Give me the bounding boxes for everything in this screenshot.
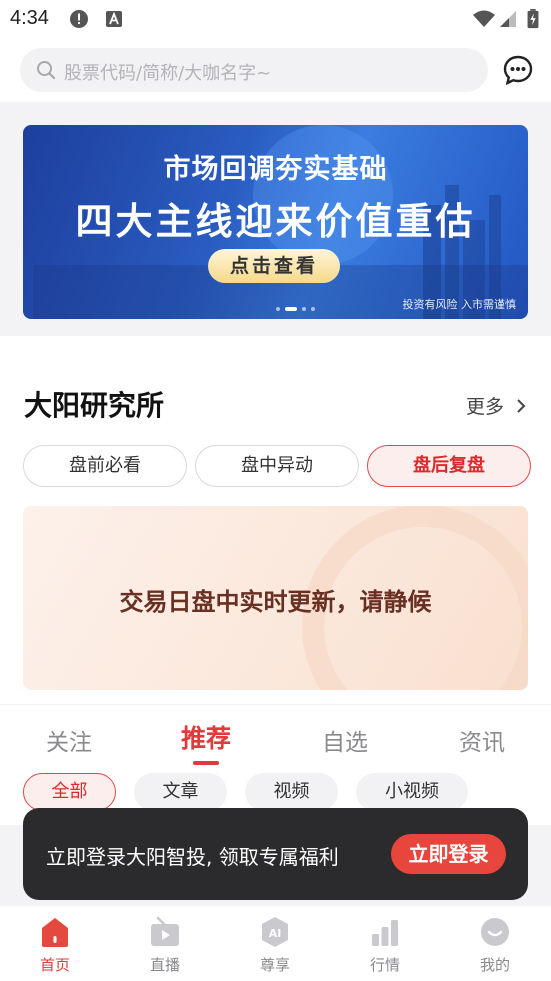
banner-page-indicator xyxy=(276,307,315,311)
banner-risk-notice: 投资有风险 入市需谨慎 xyxy=(402,298,517,311)
nav-label: 首页 xyxy=(39,956,70,974)
nav-label: 尊享 xyxy=(259,956,290,974)
nav-live[interactable]: 直播 xyxy=(110,914,220,978)
segment-post-market[interactable]: 盘后复盘 xyxy=(367,445,531,487)
home-icon xyxy=(42,918,68,947)
page-dot-active xyxy=(285,307,297,311)
message-icon[interactable] xyxy=(502,54,534,86)
nav-profile[interactable]: 我的 xyxy=(440,914,550,978)
page-dot xyxy=(311,307,315,311)
tab-follow[interactable]: 关注 xyxy=(46,723,92,757)
research-title: 大阳研究所 xyxy=(24,389,165,422)
battery-icon xyxy=(527,9,539,29)
research-section: 大阳研究所 更多 盘前必看 盘中异动 盘后复盘 交易日盘中实时更新，请静候 xyxy=(0,336,551,704)
banner-headline-2: 四大主线迎来价值重估 xyxy=(75,200,476,243)
live-icon xyxy=(151,916,179,946)
nav-premium[interactable]: AI 尊享 xyxy=(220,914,330,978)
login-toast: 立即登录大阳智投, 领取专属福利 立即登录 xyxy=(23,808,528,900)
page-dot xyxy=(276,307,280,311)
svg-text:AI: AI xyxy=(269,927,282,940)
notice-text: 交易日盘中实时更新，请静候 xyxy=(119,588,432,616)
wifi-icon xyxy=(473,10,495,27)
status-time: 4:34 xyxy=(10,7,49,29)
page-dot xyxy=(302,307,306,311)
toast-message: 立即登录大阳智投, 领取专属福利 xyxy=(46,845,339,869)
more-label: 更多 xyxy=(466,396,505,418)
nav-market[interactable]: 行情 xyxy=(330,914,440,978)
alert-icon xyxy=(70,10,88,28)
nav-label: 行情 xyxy=(369,956,400,974)
search-placeholder: 股票代码/简称/大咖名字~ xyxy=(64,63,272,84)
chip-articles[interactable]: 文章 xyxy=(134,773,227,811)
chip-videos[interactable]: 视频 xyxy=(245,773,338,811)
chip-all[interactable]: 全部 xyxy=(23,773,116,811)
chevron-right-icon xyxy=(517,399,526,413)
tab-active-underline xyxy=(193,761,219,765)
status-bar: 4:34 xyxy=(0,0,551,40)
search-header: 股票代码/简称/大咖名字~ xyxy=(0,40,551,102)
nav-label: 我的 xyxy=(479,956,510,974)
research-notice-card: 交易日盘中实时更新，请静候 xyxy=(23,506,528,690)
banner-cta-button[interactable]: 点击查看 xyxy=(208,249,340,283)
nav-home[interactable]: 首页 xyxy=(0,914,110,978)
market-icon xyxy=(372,920,398,946)
promo-banner[interactable]: 市场回调夯实基础 四大主线迎来价值重估 点击查看 投资有风险 入市需谨慎 xyxy=(23,125,528,319)
research-more-link[interactable]: 更多 xyxy=(466,392,526,419)
chip-short-videos[interactable]: 小视频 xyxy=(356,773,468,811)
notification-a-icon xyxy=(106,11,122,27)
nav-label: 直播 xyxy=(149,956,180,974)
search-input[interactable]: 股票代码/简称/大咖名字~ xyxy=(20,48,488,92)
ai-icon: AI xyxy=(262,917,288,947)
banner-headline-1: 市场回调夯实基础 xyxy=(163,154,388,185)
signal-icon xyxy=(500,11,516,27)
login-button[interactable]: 立即登录 xyxy=(391,834,506,874)
profile-icon xyxy=(481,918,509,946)
tab-recommend[interactable]: 推荐 xyxy=(181,719,231,755)
tab-news[interactable]: 资讯 xyxy=(459,723,505,757)
feed-tabs: 关注 推荐 自选 资讯 全部 文章 视频 小视频 xyxy=(0,705,551,825)
segment-pre-market[interactable]: 盘前必看 xyxy=(23,445,187,487)
tab-watchlist[interactable]: 自选 xyxy=(322,723,368,757)
bottom-nav: 首页 直播 AI 尊享 行情 我的 xyxy=(0,906,551,981)
search-icon xyxy=(37,61,56,80)
segment-intraday[interactable]: 盘中异动 xyxy=(195,445,359,487)
